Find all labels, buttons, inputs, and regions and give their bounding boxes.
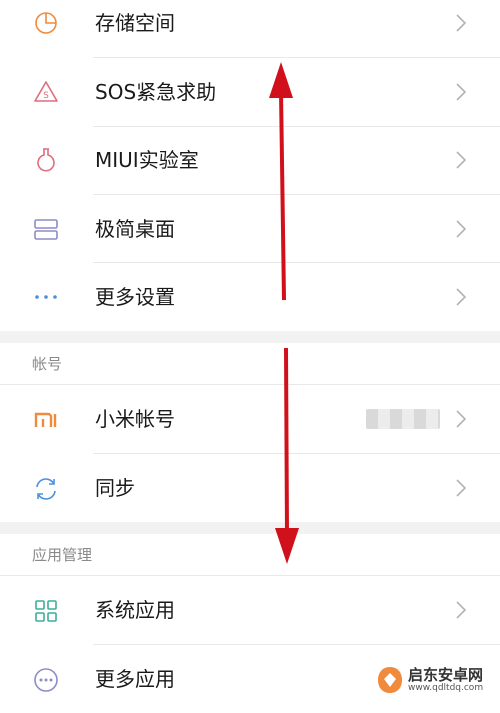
- row-label: 存储空间: [95, 11, 175, 35]
- chevron-right-icon: [456, 151, 466, 169]
- mi-logo-icon: [33, 407, 59, 433]
- simple-desktop-icon: [33, 216, 59, 242]
- chevron-right-icon: [456, 479, 466, 497]
- row-label: MIUI实验室: [95, 148, 199, 172]
- row-sync[interactable]: 同步: [0, 454, 500, 522]
- row-label: 极简桌面: [95, 217, 175, 241]
- grid-apps-icon: [33, 598, 59, 624]
- row-label: 更多设置: [95, 285, 175, 309]
- row-label: 更多应用: [95, 667, 175, 691]
- watermark-url: www.qdltdq.com: [408, 682, 484, 693]
- chevron-right-icon: [456, 14, 466, 32]
- section-title: 帐号: [32, 355, 63, 373]
- section-title: 应用管理: [32, 546, 93, 564]
- sync-icon: [33, 476, 59, 502]
- more-dots-icon: [33, 284, 59, 310]
- chevron-right-icon: [456, 220, 466, 238]
- row-mi-account[interactable]: 小米帐号: [0, 385, 500, 453]
- section-header-account: 帐号: [0, 343, 500, 383]
- watermark: 启东安卓网 www.qdltdq.com: [376, 664, 494, 696]
- more-apps-icon: [33, 667, 59, 693]
- account-id-blurred: [366, 409, 440, 429]
- sos-icon: S: [33, 79, 59, 105]
- row-label: SOS紧急求助: [95, 80, 217, 104]
- row-storage[interactable]: 存储空间: [0, 0, 500, 57]
- row-simple-desktop[interactable]: 极简桌面: [0, 195, 500, 263]
- flask-icon: [33, 147, 59, 173]
- settings-screen: 存储空间 S SOS紧急求助 MIUI实验室 极简桌面 更多设置 帐号 小米帐号…: [0, 0, 500, 713]
- section-gap: [0, 331, 500, 343]
- row-system-apps[interactable]: 系统应用: [0, 576, 500, 644]
- section-header-apps: 应用管理: [0, 534, 500, 574]
- watermark-text: 启东安卓网: [408, 665, 484, 684]
- row-label: 同步: [95, 476, 135, 500]
- row-label: 小米帐号: [95, 407, 175, 431]
- chevron-right-icon: [456, 83, 466, 101]
- row-more-settings[interactable]: 更多设置: [0, 263, 500, 331]
- chevron-right-icon: [456, 288, 466, 306]
- row-miui-lab[interactable]: MIUI实验室: [0, 127, 500, 195]
- chevron-right-icon: [456, 601, 466, 619]
- row-sos[interactable]: S SOS紧急求助: [0, 58, 500, 126]
- pie-chart-icon: [33, 10, 59, 36]
- watermark-logo-icon: [378, 667, 402, 693]
- chevron-right-icon: [456, 410, 466, 428]
- row-label: 系统应用: [95, 598, 175, 622]
- svg-text:S: S: [43, 91, 49, 101]
- section-gap: [0, 522, 500, 534]
